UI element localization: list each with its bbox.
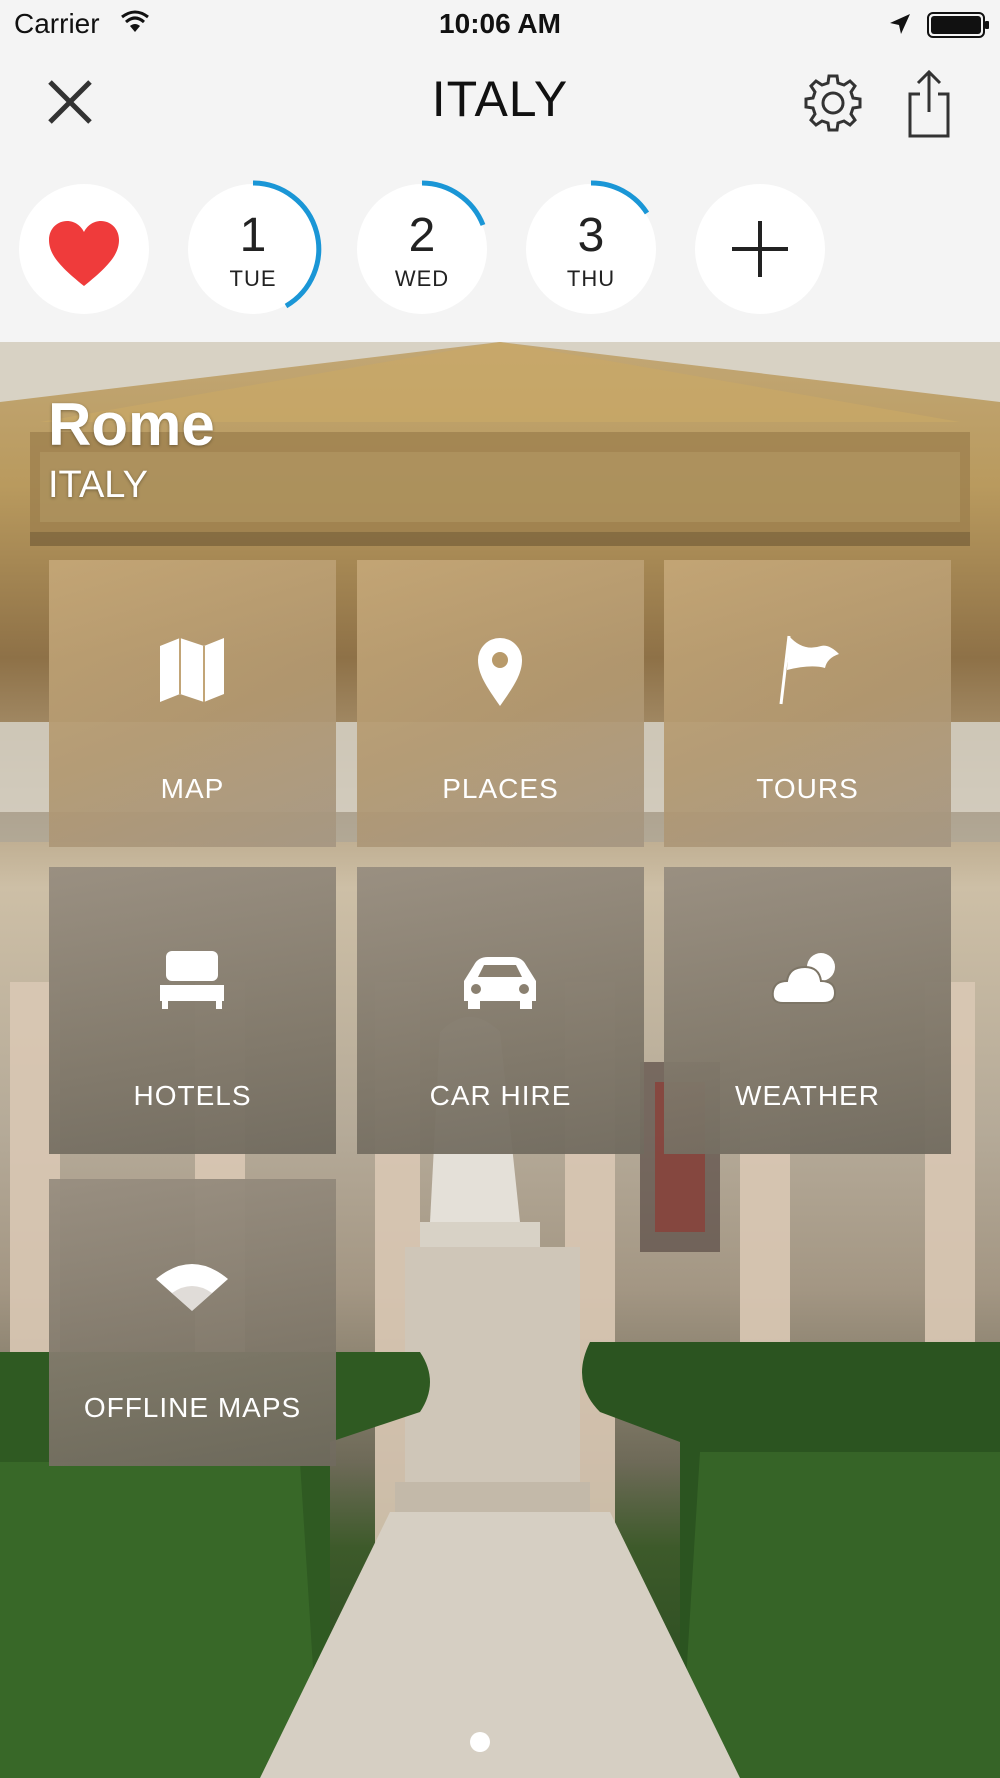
day-weekday: THU: [566, 266, 616, 291]
day-button-2[interactable]: 2 WED: [357, 180, 487, 314]
day-weekday: WED: [394, 266, 450, 291]
city-name: Rome: [48, 391, 215, 458]
tile-label: MAP: [160, 773, 225, 804]
tile-label: CAR HIRE: [429, 1080, 572, 1111]
status-time: 10:06 AM: [439, 8, 561, 39]
gear-icon[interactable]: [800, 70, 866, 136]
day-number: 2: [408, 209, 436, 262]
day-number: 1: [239, 209, 267, 262]
tile-label: HOTELS: [133, 1080, 252, 1111]
day-weekday: TUE: [229, 266, 277, 291]
offline-maps-tile[interactable]: OFFLINE MAPS: [49, 1179, 336, 1466]
tile-label: TOURS: [756, 773, 859, 804]
page-indicator-dot[interactable]: [470, 1732, 490, 1752]
car-icon: [464, 957, 536, 1009]
status-bar: Carrier 10:06 AM: [0, 0, 1000, 50]
favorites-button[interactable]: [19, 184, 149, 314]
map-icon: [160, 638, 224, 702]
heart-icon: [49, 221, 119, 286]
day-button-3[interactable]: 3 THU: [526, 180, 656, 314]
cloud-icon: [771, 953, 837, 1004]
tile-label: OFFLINE MAPS: [83, 1392, 302, 1423]
day-button-1[interactable]: 1 TUE: [188, 180, 322, 314]
tours-tile[interactable]: TOURS: [664, 560, 951, 847]
wifi-icon: [156, 1264, 228, 1311]
country-name: ITALY: [48, 464, 148, 506]
destination-hero: Rome ITALY MAP PLACES TOURS HOTELS CAR H…: [0, 342, 1000, 1778]
battery-icon: [927, 12, 989, 38]
share-icon[interactable]: [904, 68, 954, 140]
screen: Carrier 10:06 AM ITALY 1 TUE 2 WED 3 THU…: [0, 0, 1000, 1778]
tile-label: WEATHER: [735, 1080, 880, 1111]
map-tile[interactable]: MAP: [49, 560, 336, 847]
flag-icon: [779, 635, 839, 705]
nav-bar: ITALY: [0, 50, 1000, 150]
car-hire-tile[interactable]: CAR HIRE: [357, 867, 644, 1154]
tile-label: PLACES: [442, 773, 559, 804]
add-day-button[interactable]: [695, 184, 825, 314]
location-arrow-icon: [890, 14, 910, 34]
day-number: 3: [577, 209, 605, 262]
location-pin-icon: [478, 638, 522, 706]
weather-tile[interactable]: WEATHER: [664, 867, 951, 1154]
places-tile[interactable]: PLACES: [357, 560, 644, 847]
bed-icon: [160, 951, 224, 1009]
plus-icon: [732, 221, 788, 277]
day-selector: 1 TUE 2 WED 3 THU: [0, 150, 1000, 342]
hotels-tile[interactable]: HOTELS: [49, 867, 336, 1154]
